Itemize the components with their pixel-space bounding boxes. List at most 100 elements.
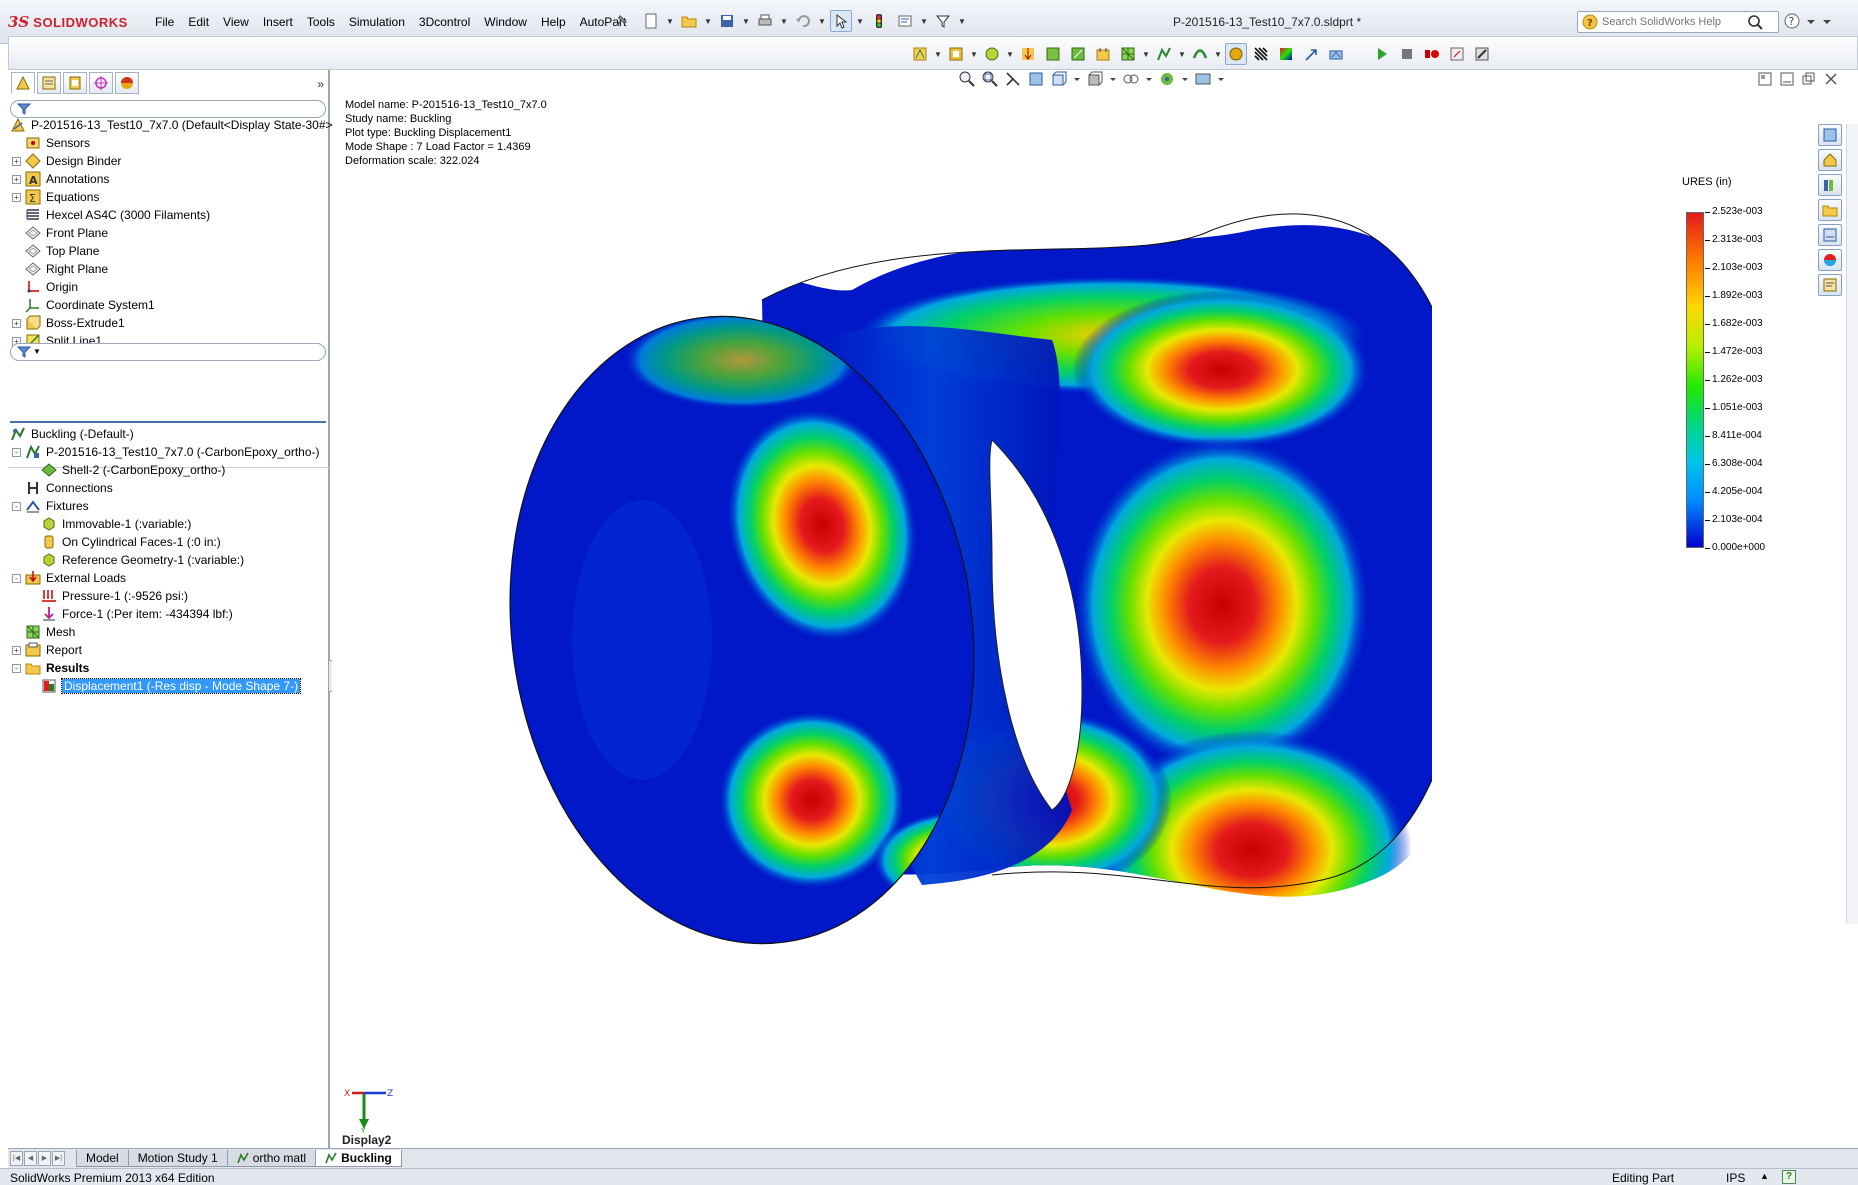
select-dropdown-caret[interactable]: ▼: [856, 10, 864, 32]
fringe-legend[interactable]: URES (in) 2.523e-003 2.313e-003 2.103e-003…: [1682, 176, 1802, 576]
unit-system-caret[interactable]: ▲: [1760, 1171, 1769, 1181]
buckling-displacement-model[interactable]: [492, 160, 1432, 1090]
orientation-caret[interactable]: [1073, 70, 1081, 88]
study-item-shell-2-carbonepoxy-ortho[interactable]: Shell-2 (-CarbonEpoxy_ortho-): [8, 461, 330, 479]
tree-item-annotations[interactable]: + A Annotations: [8, 170, 330, 188]
hide-show-caret[interactable]: [1145, 70, 1153, 88]
next-tab-arrow-icon[interactable]: ▶: [38, 1151, 51, 1166]
new-study-caret[interactable]: ▼: [934, 43, 942, 65]
file-properties-icon[interactable]: [894, 10, 916, 32]
expand-toggle-icon[interactable]: +: [12, 318, 21, 328]
study-root[interactable]: Buckling (-Default-): [8, 425, 330, 443]
mesh-icon[interactable]: [1117, 43, 1139, 65]
tree-item-equations[interactable]: + Σ Equations: [8, 188, 330, 206]
new-study-icon[interactable]: [909, 43, 931, 65]
save-dropdown-caret[interactable]: ▼: [742, 10, 750, 32]
study-item-p-201516-13-test10-7x7-0-carbonepoxy-ort[interactable]: - P-201516-13_Test10_7x7.0 (-CarbonEpoxy_…: [8, 443, 330, 461]
animation-settings-icon[interactable]: [1446, 43, 1468, 65]
expand-toggle-icon[interactable]: -: [12, 663, 21, 673]
help-search-box[interactable]: ?: [1577, 11, 1779, 33]
shell-manager-icon[interactable]: [1067, 43, 1089, 65]
fixtures-caret[interactable]: ▼: [1006, 43, 1014, 65]
unit-system-button[interactable]: IPS: [1726, 1171, 1745, 1185]
save-animation-icon[interactable]: [1471, 43, 1493, 65]
apply-material-icon[interactable]: [945, 43, 967, 65]
record-icon[interactable]: [1421, 43, 1443, 65]
study-item-pressure-1-9526-psi[interactable]: Pressure-1 (:-9526 psi:): [8, 587, 330, 605]
undo-icon[interactable]: [792, 10, 814, 32]
close-icon[interactable]: [1824, 72, 1838, 86]
fixtures-advisor-icon[interactable]: [981, 43, 1003, 65]
options-filter-icon[interactable]: [932, 10, 954, 32]
options-dropdown-caret[interactable]: ▼: [958, 10, 966, 32]
new-document-icon[interactable]: [640, 10, 662, 32]
edit-appearance-icon[interactable]: [1158, 70, 1176, 88]
display-style-icon[interactable]: [1086, 70, 1104, 88]
plot-tools-icon[interactable]: [1275, 43, 1297, 65]
study-item-mesh[interactable]: Mesh: [8, 623, 330, 641]
appearances-scenes-icon[interactable]: [1818, 249, 1842, 271]
hide-show-items-icon[interactable]: [1122, 70, 1140, 88]
viewport-split-icon[interactable]: [1758, 72, 1772, 86]
quick-tips-help-icon[interactable]: ?: [1782, 1170, 1796, 1184]
tab-property-manager[interactable]: [37, 72, 61, 94]
study-item-fixtures[interactable]: - Fixtures: [8, 497, 330, 515]
study-item-on-cylindrical-faces-1-0-in[interactable]: On Cylindrical Faces-1 (:0 in:): [8, 533, 330, 551]
tree-item-boss-extrude1[interactable]: + Boss-Extrude1: [8, 314, 330, 332]
window-options-caret[interactable]: [1822, 12, 1832, 30]
filter-dropdown-caret[interactable]: ▼: [33, 344, 41, 360]
help-dropdown-caret[interactable]: [1806, 12, 1816, 30]
save-icon[interactable]: [716, 10, 738, 32]
scene-caret[interactable]: [1217, 70, 1225, 88]
previous-view-icon[interactable]: [1004, 70, 1022, 88]
tree-item-design-binder[interactable]: + Design Binder: [8, 152, 330, 170]
tree-item-sensors[interactable]: Sensors: [8, 134, 330, 152]
zoom-to-area-icon[interactable]: [981, 70, 999, 88]
select-arrow-icon[interactable]: [830, 10, 852, 32]
open-folder-icon[interactable]: [678, 10, 700, 32]
study-item-report[interactable]: + Report: [8, 641, 330, 659]
run-icon[interactable]: [1092, 43, 1114, 65]
expand-panel-chevron-icon[interactable]: »: [317, 77, 324, 91]
study-item-connections[interactable]: Connections: [8, 479, 330, 497]
menu-tools[interactable]: Tools: [300, 14, 342, 30]
play-icon[interactable]: [1371, 43, 1393, 65]
design-insight-icon[interactable]: [1250, 43, 1272, 65]
view-palette-icon[interactable]: [1818, 224, 1842, 246]
design-library-icon[interactable]: [1818, 174, 1842, 196]
appearance-caret[interactable]: [1181, 70, 1189, 88]
study-item-external-loads[interactable]: - External Loads: [8, 569, 330, 587]
tab-feature-manager[interactable]: [11, 72, 35, 94]
prev-tab-arrow-icon[interactable]: ◀: [24, 1151, 37, 1166]
include-image-icon[interactable]: [1325, 43, 1347, 65]
display-style-caret[interactable]: [1109, 70, 1117, 88]
tab-configuration-manager[interactable]: [63, 72, 87, 94]
expand-toggle-icon[interactable]: -: [12, 501, 21, 511]
study-item-displacement1-res-disp-mode-shape-7[interactable]: Displacement1 (-Res disp - Mode Shape 7-…: [8, 677, 330, 695]
pin-icon[interactable]: [614, 12, 630, 28]
menu-simulation[interactable]: Simulation: [342, 14, 412, 30]
tab-buckling[interactable]: Buckling: [315, 1150, 402, 1167]
expand-toggle-icon[interactable]: +: [12, 645, 21, 655]
tab-ortho-matl[interactable]: ortho matl: [226, 1150, 317, 1167]
tree-item-front-plane[interactable]: Front Plane: [8, 224, 330, 242]
results-caret[interactable]: ▼: [1178, 43, 1186, 65]
section-view-icon[interactable]: [1027, 70, 1045, 88]
undo-dropdown-caret[interactable]: ▼: [818, 10, 826, 32]
study-item-immovable-1-variable[interactable]: Immovable-1 (:variable:): [8, 515, 330, 533]
stop-icon[interactable]: [1396, 43, 1418, 65]
expand-toggle-icon[interactable]: +: [12, 192, 21, 202]
connections-advisor-icon[interactable]: [1042, 43, 1064, 65]
print-dropdown-caret[interactable]: ▼: [780, 10, 788, 32]
tree-item-hexcel-as4c-3000-filaments[interactable]: Hexcel AS4C (3000 Filaments): [8, 206, 330, 224]
open-dropdown-caret[interactable]: ▼: [704, 10, 712, 32]
tab-model[interactable]: Model: [76, 1150, 129, 1167]
tree-item-top-plane[interactable]: Top Plane: [8, 242, 330, 260]
tree-item-coordinate-system1[interactable]: Coordinate System1: [8, 296, 330, 314]
tree-rollback-bar[interactable]: [10, 421, 326, 423]
external-loads-icon[interactable]: [1017, 43, 1039, 65]
tree-item-origin[interactable]: Origin: [8, 278, 330, 296]
custom-properties-icon[interactable]: [1818, 274, 1842, 296]
results-advisor-icon[interactable]: [1153, 43, 1175, 65]
first-tab-arrow-icon[interactable]: |◀: [10, 1151, 23, 1166]
